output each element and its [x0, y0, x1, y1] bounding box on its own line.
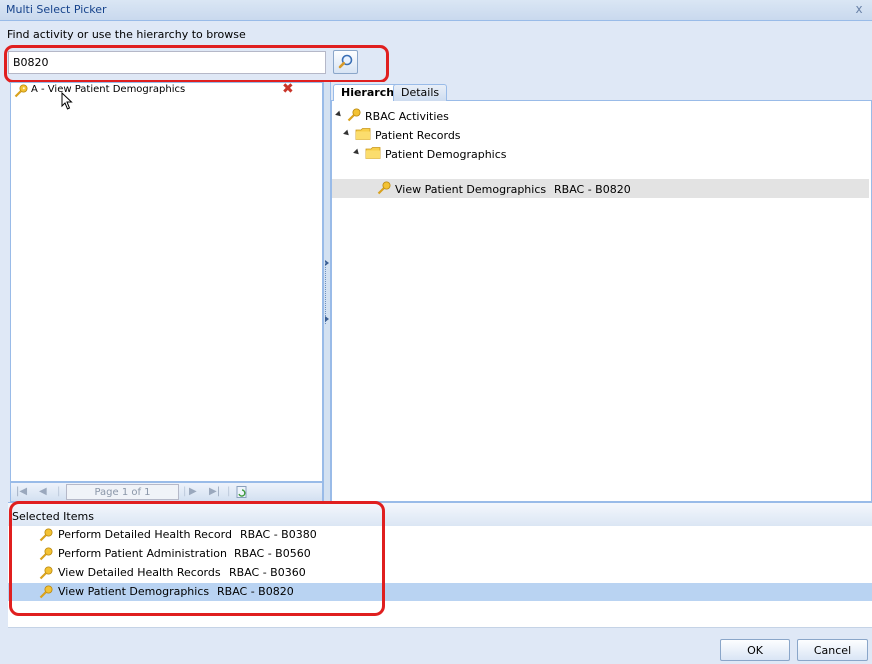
- tree-node-label: Patient Records: [375, 129, 461, 142]
- hierarchy-panel: Hierarchy Details RBAC Activities Patien…: [331, 82, 872, 502]
- mouse-cursor-icon: [61, 92, 73, 110]
- splitter-grip: [325, 262, 329, 324]
- toolbar-separator: |: [57, 486, 61, 497]
- window-title: Multi Select Picker: [6, 3, 107, 16]
- tree-node-code: RBAC - B0820: [554, 183, 631, 196]
- title-bar: Multi Select Picker x: [0, 0, 872, 21]
- expand-triangle-icon[interactable]: [343, 129, 351, 138]
- folder-icon: [355, 128, 371, 140]
- tree-node-view-patient-demographics[interactable]: View Patient Demographics RBAC - B0820: [332, 180, 869, 198]
- search-result-row[interactable]: A - View Patient Demographics ✖: [13, 81, 321, 99]
- toolbar-separator: |: [183, 486, 187, 497]
- tree-node-label: View Patient Demographics: [395, 183, 547, 196]
- search-prompt: Find activity or use the hierarchy to br…: [7, 28, 246, 41]
- tab-details[interactable]: Details: [393, 84, 448, 101]
- ok-button[interactable]: OK: [720, 639, 790, 661]
- remove-icon[interactable]: ✖: [282, 81, 294, 97]
- next-page-icon[interactable]: ▶: [189, 486, 197, 497]
- previous-page-icon[interactable]: ◀: [39, 486, 47, 497]
- page-info: Page 1 of 1: [66, 484, 179, 500]
- pagination-toolbar: |◀ ◀ | Page 1 of 1 | ▶ ▶| |: [10, 482, 323, 502]
- cancel-button[interactable]: Cancel: [797, 639, 868, 661]
- search-highlight-annotation: [4, 45, 389, 83]
- hierarchy-tree: RBAC Activities Patient Records Patient …: [331, 101, 872, 502]
- key-icon: [347, 108, 361, 122]
- close-icon[interactable]: x: [852, 2, 866, 17]
- expand-triangle-icon[interactable]: [353, 148, 361, 157]
- key-icon: [14, 84, 28, 98]
- refresh-icon[interactable]: [235, 485, 249, 499]
- tree-node-label: Patient Demographics: [385, 148, 507, 161]
- expand-triangle-icon[interactable]: [335, 110, 343, 119]
- key-icon: [377, 181, 391, 195]
- first-page-icon[interactable]: |◀: [16, 486, 27, 497]
- search-result-label: A - View Patient Demographics: [31, 84, 186, 95]
- panel-splitter[interactable]: [323, 82, 331, 502]
- splitter-arrow-icon: [325, 316, 329, 322]
- folder-icon: [365, 147, 381, 159]
- tab-strip: Hierarchy Details: [331, 82, 872, 102]
- toolbar-separator: |: [227, 486, 231, 497]
- search-results-list: [10, 82, 323, 482]
- selected-items-highlight-annotation: [9, 501, 385, 616]
- tree-node-label: RBAC Activities: [365, 110, 449, 123]
- last-page-icon[interactable]: ▶|: [209, 486, 220, 497]
